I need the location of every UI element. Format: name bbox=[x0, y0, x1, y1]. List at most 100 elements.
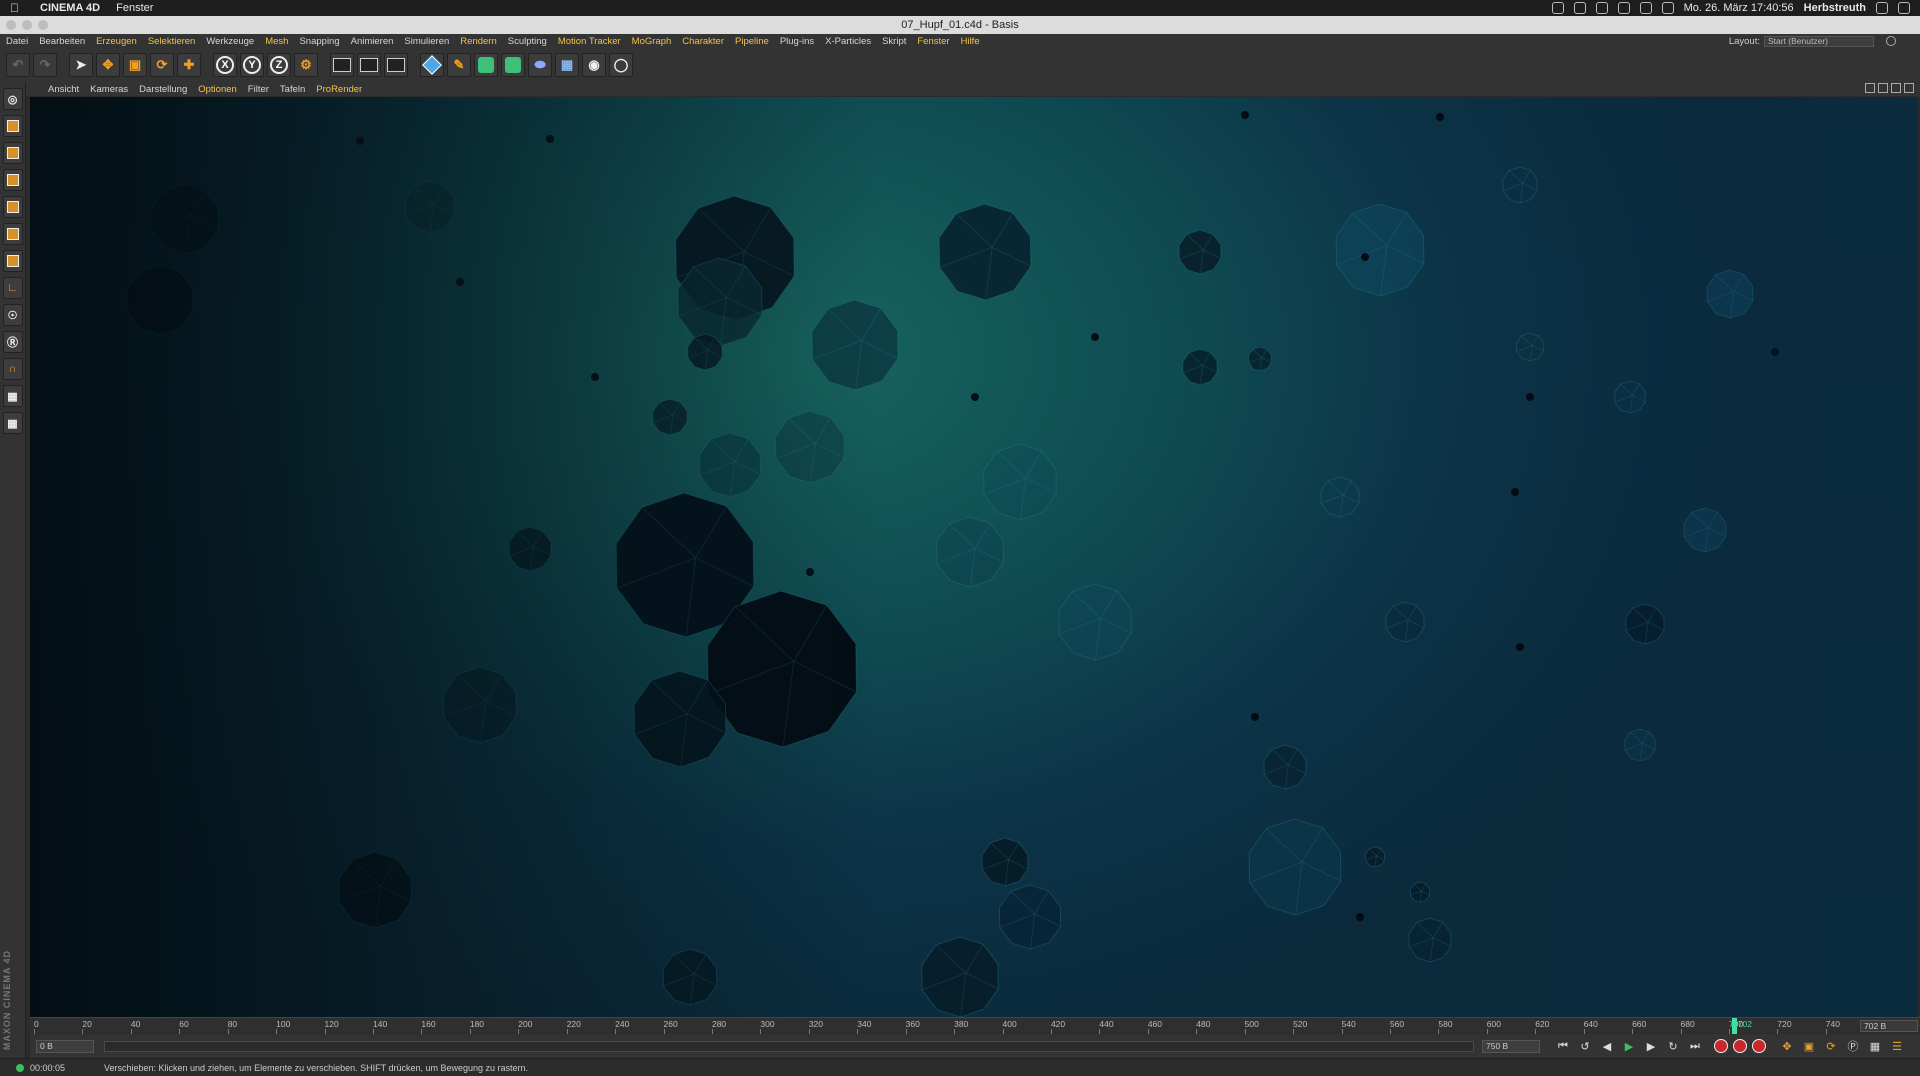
select-tool-button[interactable]: ➤ bbox=[69, 53, 93, 77]
menu-datei[interactable]: Datei bbox=[6, 36, 28, 47]
play-button[interactable]: ▶ bbox=[1620, 1037, 1638, 1055]
menu-werkzeuge[interactable]: Werkzeuge bbox=[206, 36, 254, 47]
next-key-button[interactable]: ↻ bbox=[1664, 1037, 1682, 1055]
search-icon[interactable] bbox=[1876, 2, 1888, 14]
viewport-menu-prorender[interactable]: ProRender bbox=[316, 84, 362, 95]
menu-mesh[interactable]: Mesh bbox=[265, 36, 288, 47]
menu-x-particles[interactable]: X-Particles bbox=[825, 36, 871, 47]
viewport-menu-tafeln[interactable]: Tafeln bbox=[280, 84, 305, 95]
clock[interactable]: Mo. 26. März 17:40:56 bbox=[1684, 2, 1794, 14]
menu-bearbeiten[interactable]: Bearbeiten bbox=[39, 36, 85, 47]
render-view-button[interactable] bbox=[330, 53, 354, 77]
z-axis-button[interactable]: Z bbox=[267, 53, 291, 77]
prev-key-button[interactable]: ↺ bbox=[1576, 1037, 1594, 1055]
menu-snapping[interactable]: Snapping bbox=[299, 36, 339, 47]
floor-button[interactable]: ▦ bbox=[555, 53, 579, 77]
menu-rendern[interactable]: Rendern bbox=[460, 36, 496, 47]
end-frame-field[interactable]: 750 B bbox=[1482, 1039, 1540, 1053]
mograph-cloner-button[interactable] bbox=[501, 53, 525, 77]
menu-selektieren[interactable]: Selektieren bbox=[148, 36, 196, 47]
scale-key-icon[interactable]: ▣ bbox=[1800, 1037, 1818, 1055]
locked-workplane-button[interactable]: ▦ bbox=[2, 385, 23, 407]
menu-motion-tracker[interactable]: Motion Tracker bbox=[558, 36, 621, 47]
list-icon[interactable] bbox=[1898, 2, 1910, 14]
camera-button[interactable]: ◉ bbox=[582, 53, 606, 77]
render-picture-viewer-button[interactable] bbox=[357, 53, 381, 77]
preview-range-slider[interactable] bbox=[104, 1040, 1474, 1052]
parameter-key-icon[interactable]: Ⓟ bbox=[1844, 1037, 1862, 1055]
layout-dropdown[interactable]: Start (Benutzer) bbox=[1764, 35, 1874, 47]
menu-plug-ins[interactable]: Plug-ins bbox=[780, 36, 814, 47]
scale-tool-button[interactable]: ▣ bbox=[123, 53, 147, 77]
model-mode-button[interactable] bbox=[2, 115, 23, 137]
undo-button[interactable]: ↶ bbox=[6, 53, 30, 77]
grid-button[interactable]: ▦ bbox=[2, 412, 23, 434]
maximize-icon[interactable] bbox=[1904, 83, 1914, 93]
menu-erzeugen[interactable]: Erzeugen bbox=[96, 36, 137, 47]
window-menu[interactable]: Fenster bbox=[116, 2, 153, 14]
move-tool-button[interactable]: ✥ bbox=[96, 53, 120, 77]
apple-icon[interactable]:  bbox=[10, 2, 22, 14]
next-frame-button[interactable]: ▶ bbox=[1642, 1037, 1660, 1055]
status-icon[interactable] bbox=[1595, 2, 1608, 14]
start-frame-field[interactable]: 0 B bbox=[36, 1039, 94, 1053]
volume-icon[interactable] bbox=[1661, 2, 1674, 14]
light-button[interactable]: ◯ bbox=[609, 53, 633, 77]
viewport-menu-ansicht[interactable]: Ansicht bbox=[48, 84, 79, 95]
menu-hilfe[interactable]: Hilfe bbox=[961, 36, 980, 47]
menu-mograph[interactable]: MoGraph bbox=[632, 36, 672, 47]
texture-mode-button[interactable] bbox=[2, 142, 23, 164]
snap-button[interactable]: Ⓡ bbox=[2, 331, 23, 353]
menu-animieren[interactable]: Animieren bbox=[351, 36, 394, 47]
cube-object-button[interactable] bbox=[420, 53, 444, 77]
subdivision-button[interactable] bbox=[474, 53, 498, 77]
playhead[interactable] bbox=[1731, 1018, 1737, 1034]
user-name[interactable]: Herbstreuth bbox=[1804, 2, 1866, 14]
point-level-icon[interactable]: ▦ bbox=[1866, 1037, 1884, 1055]
menu-simulieren[interactable]: Simulieren bbox=[404, 36, 449, 47]
edges-mode-button[interactable] bbox=[2, 223, 23, 245]
wifi-icon[interactable] bbox=[1639, 2, 1652, 14]
pen-tool-button[interactable]: ✎ bbox=[447, 53, 471, 77]
position-key-icon[interactable]: ✥ bbox=[1778, 1037, 1796, 1055]
zoom-window-button[interactable] bbox=[38, 20, 48, 30]
dropbox-icon[interactable] bbox=[1617, 2, 1630, 14]
make-editable-button[interactable]: ◎ bbox=[2, 88, 23, 110]
rotation-key-icon[interactable]: ⟳ bbox=[1822, 1037, 1840, 1055]
close-window-button[interactable] bbox=[6, 20, 16, 30]
viewport-menu-filter[interactable]: Filter bbox=[248, 84, 269, 95]
menu-fenster[interactable]: Fenster bbox=[917, 36, 949, 47]
tweak-mode-button[interactable]: ☉ bbox=[2, 304, 23, 326]
points-mode-button[interactable] bbox=[2, 196, 23, 218]
viewport-menu-optionen[interactable]: Optionen bbox=[198, 84, 237, 95]
workplane-button[interactable] bbox=[2, 169, 23, 191]
app-menu[interactable]: CINEMA 4D bbox=[40, 2, 100, 14]
menu-sculpting[interactable]: Sculpting bbox=[508, 36, 547, 47]
status-icon[interactable] bbox=[1551, 2, 1564, 14]
render-settings-button[interactable] bbox=[384, 53, 408, 77]
coordinate-system-button[interactable]: ⚙ bbox=[294, 53, 318, 77]
menu-skript[interactable]: Skript bbox=[882, 36, 906, 47]
redo-button[interactable]: ↷ bbox=[33, 53, 57, 77]
go-to-start-button[interactable]: ⏮ bbox=[1554, 1037, 1572, 1055]
record-key-button[interactable] bbox=[1714, 1039, 1728, 1053]
key-selection-button[interactable] bbox=[1752, 1039, 1766, 1053]
dolly-icon[interactable] bbox=[1878, 83, 1888, 93]
polygons-mode-button[interactable] bbox=[2, 250, 23, 272]
menu-charakter[interactable]: Charakter bbox=[682, 36, 724, 47]
y-axis-button[interactable]: Y bbox=[240, 53, 264, 77]
prev-frame-button[interactable]: ◀ bbox=[1598, 1037, 1616, 1055]
viewport-menu-kameras[interactable]: Kameras bbox=[90, 84, 128, 95]
axis-mode-button[interactable]: ∟ bbox=[2, 277, 23, 299]
magnet-button[interactable]: ∩ bbox=[2, 358, 23, 380]
deformer-button[interactable]: ⬬ bbox=[528, 53, 552, 77]
pan-icon[interactable] bbox=[1865, 83, 1875, 93]
timeline-icon[interactable]: ☰ bbox=[1888, 1037, 1906, 1055]
transform-tool-button[interactable]: ✚ bbox=[177, 53, 201, 77]
3d-viewport[interactable] bbox=[30, 97, 1918, 1017]
minimize-window-button[interactable] bbox=[22, 20, 32, 30]
current-frame-field[interactable]: 702 B bbox=[1860, 1020, 1918, 1032]
search-icon[interactable] bbox=[1886, 36, 1896, 46]
auto-key-button[interactable] bbox=[1733, 1039, 1747, 1053]
orbit-icon[interactable] bbox=[1891, 83, 1901, 93]
